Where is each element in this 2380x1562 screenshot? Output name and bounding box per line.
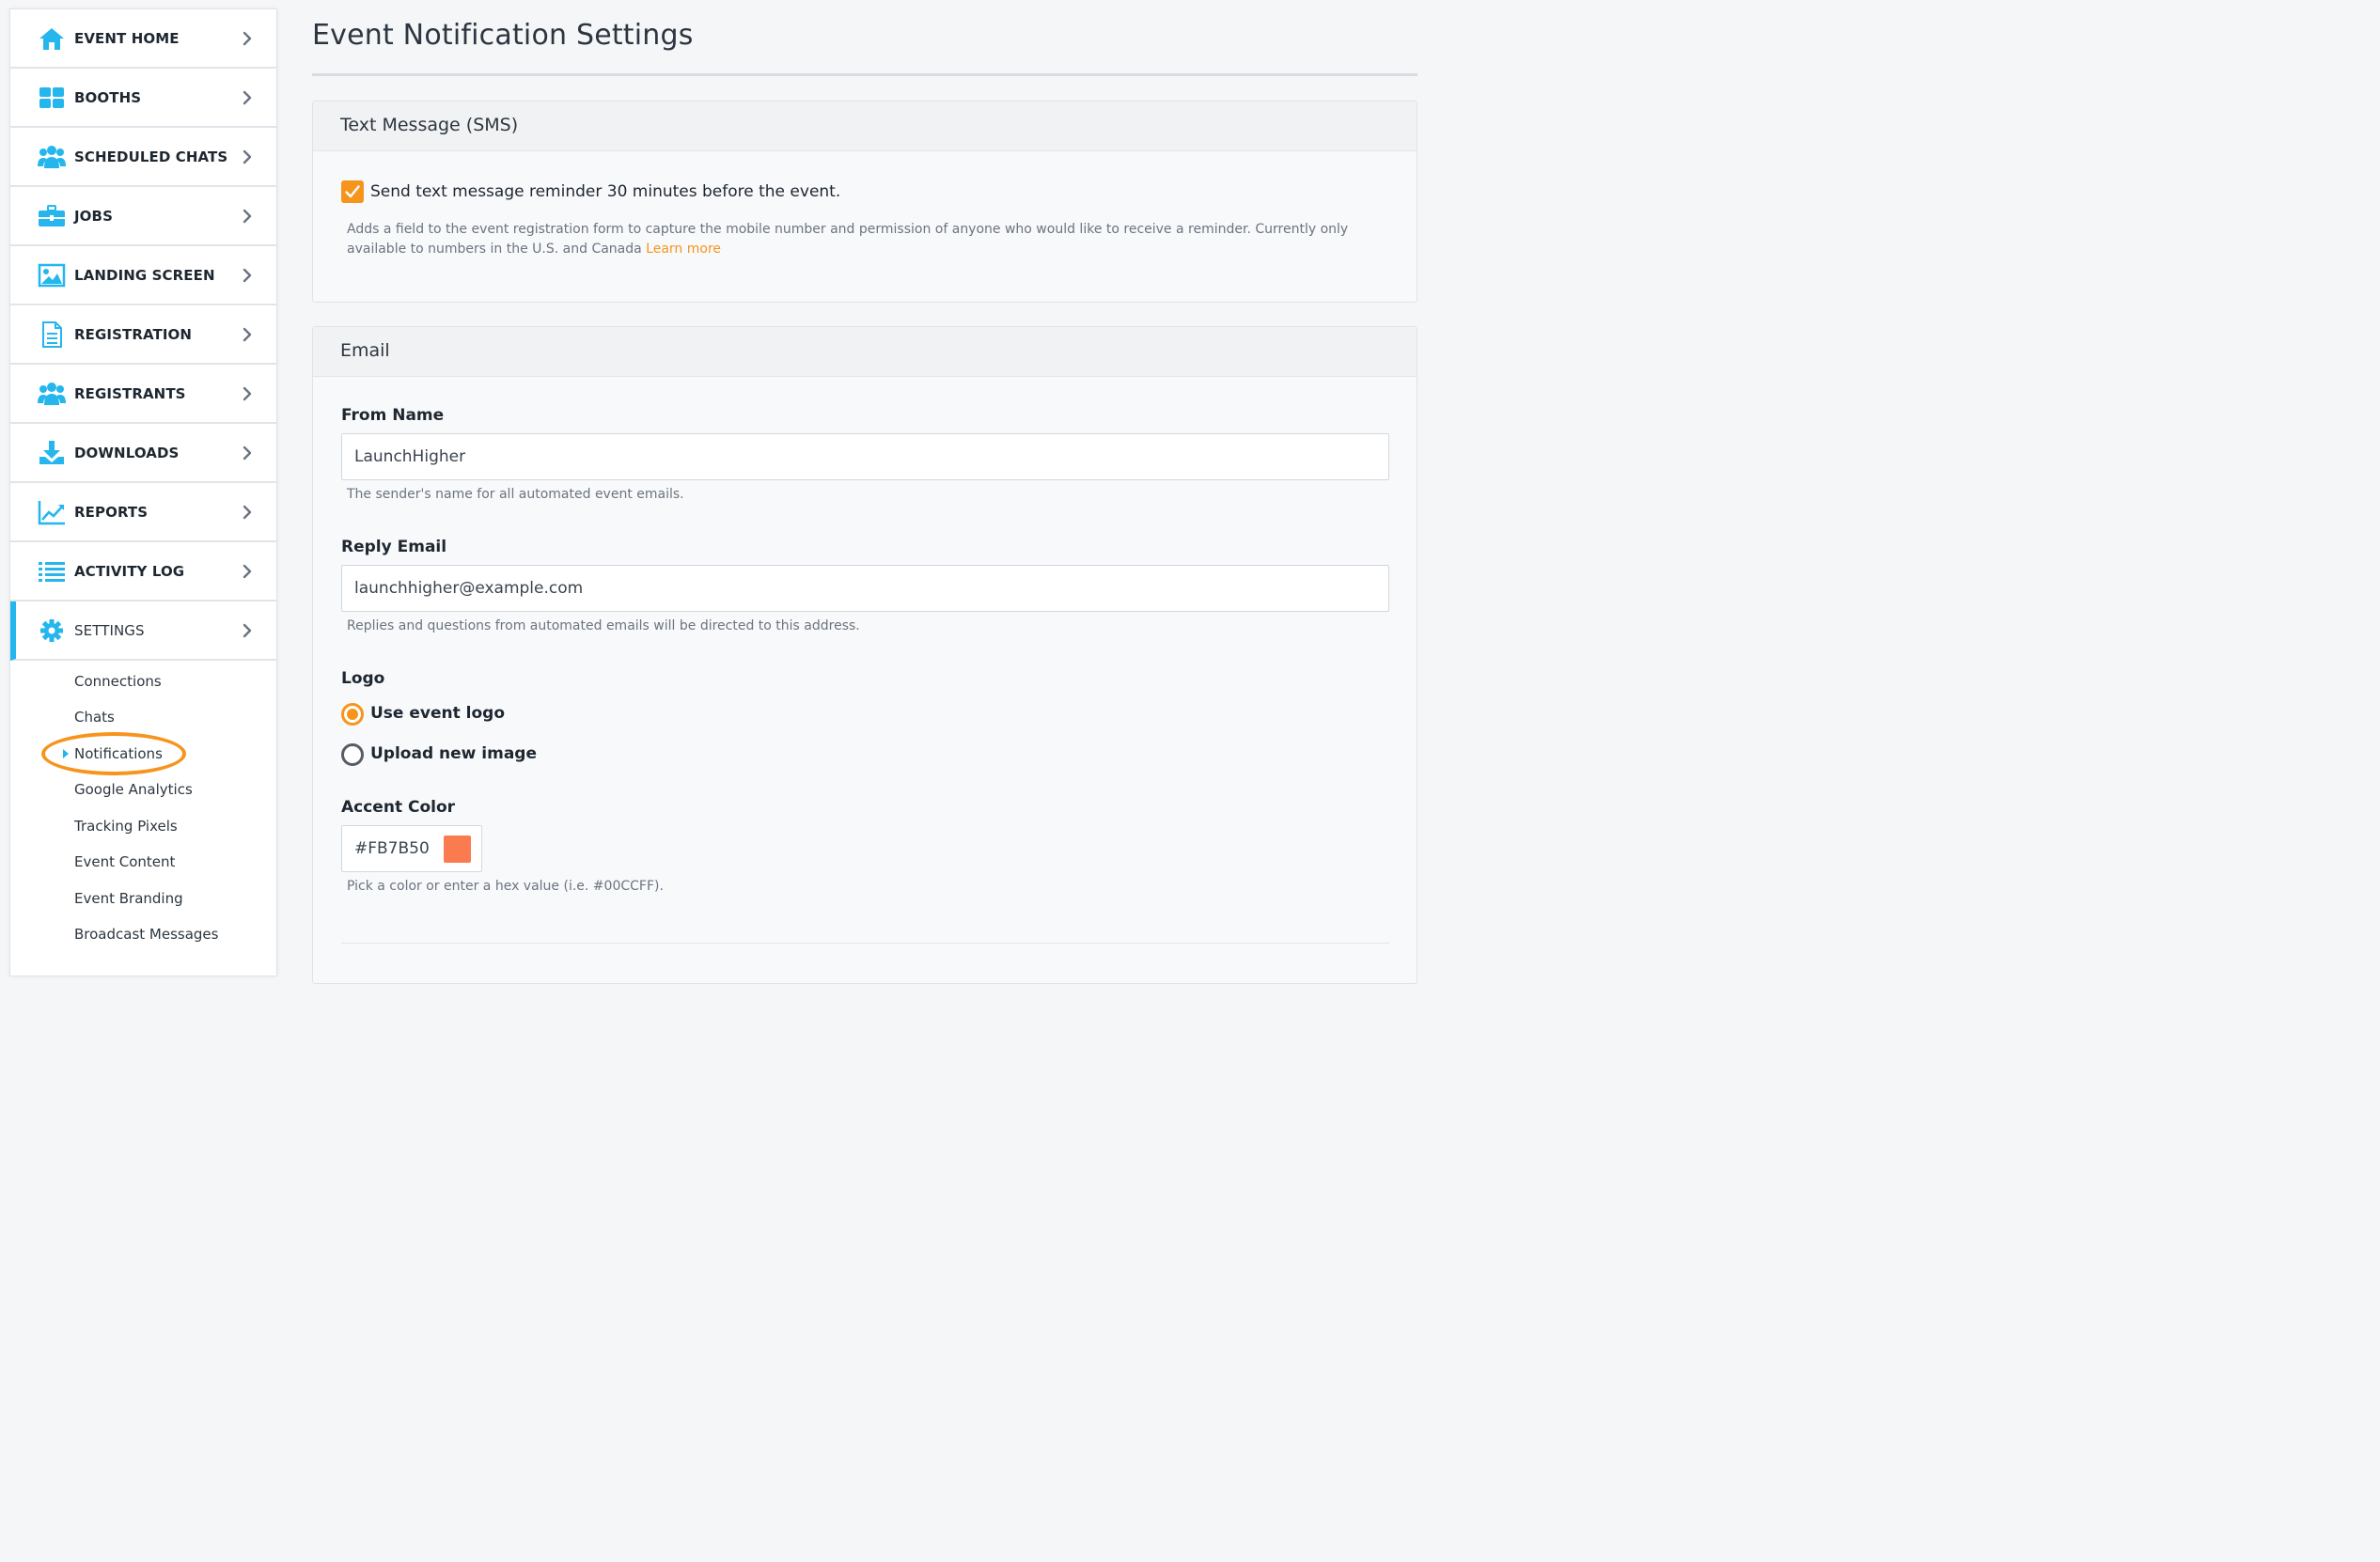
sms-reminder-checkbox[interactable] <box>341 180 364 203</box>
from-name-label: From Name <box>341 406 445 425</box>
sub-item-google-analytics[interactable]: Google Analytics <box>74 781 193 798</box>
sub-item-event-content[interactable]: Event Content <box>74 853 175 870</box>
chevron-right-icon[interactable] <box>241 385 254 402</box>
upload-new-image-label[interactable]: Upload new image <box>370 744 537 763</box>
use-event-logo-radio[interactable] <box>341 703 364 726</box>
reply-email-help: Replies and questions from automated ema… <box>347 618 860 633</box>
sidebar-item-label: REGISTRANTS <box>74 385 186 402</box>
sidebar-nav: EVENT HOME BOOTHS SCHEDULED CHATS JOBS LANDI… <box>10 9 276 661</box>
chevron-right-icon[interactable] <box>241 563 254 580</box>
sms-help-body: Adds a field to the event registration f… <box>347 222 1349 257</box>
title-divider <box>312 73 1417 76</box>
email-panel-header: Email <box>313 327 1417 377</box>
email-panel-title: Email <box>340 340 390 361</box>
sidebar-item-booths[interactable]: BOOTHS <box>10 69 276 128</box>
sidebar-item-scheduled-chats[interactable]: SCHEDULED CHATS <box>10 128 276 187</box>
people-group-icon <box>38 144 66 170</box>
from-name-help: The sender's name for all automated even… <box>347 487 684 502</box>
sub-item-event-branding[interactable]: Event Branding <box>74 890 183 907</box>
sms-help-text: Adds a field to the event registration f… <box>347 220 1390 259</box>
people-group-icon <box>38 381 66 407</box>
chevron-right-icon[interactable] <box>241 504 254 521</box>
chevron-right-icon[interactable] <box>241 30 254 47</box>
sidebar-item-label: ACTIVITY LOG <box>74 563 185 580</box>
sub-item-broadcast-messages[interactable]: Broadcast Messages <box>74 926 218 943</box>
document-icon <box>38 321 66 348</box>
section-divider <box>341 943 1389 944</box>
accent-color-hex[interactable]: #FB7B50 <box>354 839 430 858</box>
grid-icon <box>38 85 66 111</box>
logo-label: Logo <box>341 669 385 688</box>
reply-email-input[interactable] <box>341 565 1389 612</box>
line-chart-icon <box>38 499 66 525</box>
sidebar: EVENT HOME BOOTHS SCHEDULED CHATS JOBS LANDI… <box>9 8 277 976</box>
accent-color-help: Pick a color or enter a hex value (i.e. … <box>347 879 664 894</box>
sidebar-item-jobs[interactable]: JOBS <box>10 187 276 246</box>
use-event-logo-label[interactable]: Use event logo <box>370 704 505 723</box>
sidebar-item-reports[interactable]: REPORTS <box>10 483 276 542</box>
chevron-right-icon[interactable] <box>241 89 254 106</box>
sms-reminder-label[interactable]: Send text message reminder 30 minutes be… <box>370 182 840 201</box>
chevron-right-icon[interactable] <box>241 267 254 284</box>
sidebar-item-event-home[interactable]: EVENT HOME <box>10 9 276 69</box>
sidebar-item-label: EVENT HOME <box>74 30 180 47</box>
chevron-right-icon[interactable] <box>241 208 254 225</box>
gear-icon <box>38 617 66 644</box>
sidebar-item-label: REGISTRATION <box>74 326 193 343</box>
accent-color-picker[interactable]: #FB7B50 <box>341 825 482 872</box>
from-name-input[interactable] <box>341 433 1389 480</box>
sms-panel-header: Text Message (SMS) <box>313 102 1417 151</box>
home-icon <box>38 25 66 52</box>
sidebar-item-downloads[interactable]: DOWNLOADS <box>10 424 276 483</box>
sidebar-item-landing-screen[interactable]: LANDING SCREEN <box>10 246 276 305</box>
learn-more-link[interactable]: Learn more <box>646 242 721 257</box>
chevron-right-icon[interactable] <box>241 445 254 461</box>
checkmark-icon <box>345 185 360 198</box>
download-icon <box>38 440 66 466</box>
notifications-highlight-ring <box>41 732 186 775</box>
image-icon <box>38 262 66 289</box>
sidebar-item-label: DOWNLOADS <box>74 445 180 461</box>
briefcase-icon <box>38 203 66 229</box>
accent-color-label: Accent Color <box>341 798 456 817</box>
accent-color-swatch[interactable] <box>444 836 471 863</box>
sidebar-item-label: LANDING SCREEN <box>74 267 215 284</box>
sidebar-item-label: JOBS <box>74 208 113 225</box>
sidebar-item-label: BOOTHS <box>74 89 142 106</box>
sidebar-item-registrants[interactable]: REGISTRANTS <box>10 365 276 424</box>
sub-item-chats[interactable]: Chats <box>74 709 115 726</box>
reply-email-label: Reply Email <box>341 538 447 556</box>
sidebar-item-label: REPORTS <box>74 504 149 521</box>
sub-item-tracking-pixels[interactable]: Tracking Pixels <box>74 818 178 835</box>
email-panel: Email From Name The sender's name for al… <box>312 326 1417 984</box>
list-icon <box>38 558 66 585</box>
chevron-right-icon[interactable] <box>241 148 254 165</box>
sidebar-item-activity-log[interactable]: ACTIVITY LOG <box>10 542 276 601</box>
sms-panel-title: Text Message (SMS) <box>340 115 519 135</box>
chevron-right-icon[interactable] <box>241 326 254 343</box>
page-title: Event Notification Settings <box>312 19 694 52</box>
sidebar-item-settings[interactable]: SETTINGS <box>10 601 276 661</box>
sub-item-connections[interactable]: Connections <box>74 673 162 690</box>
sidebar-item-label: SETTINGS <box>74 622 145 639</box>
upload-new-image-radio[interactable] <box>341 743 364 766</box>
sidebar-item-registration[interactable]: REGISTRATION <box>10 305 276 365</box>
sidebar-item-label: SCHEDULED CHATS <box>74 148 228 165</box>
sms-panel: Text Message (SMS) Send text message rem… <box>312 101 1417 303</box>
chevron-right-icon[interactable] <box>241 622 254 639</box>
